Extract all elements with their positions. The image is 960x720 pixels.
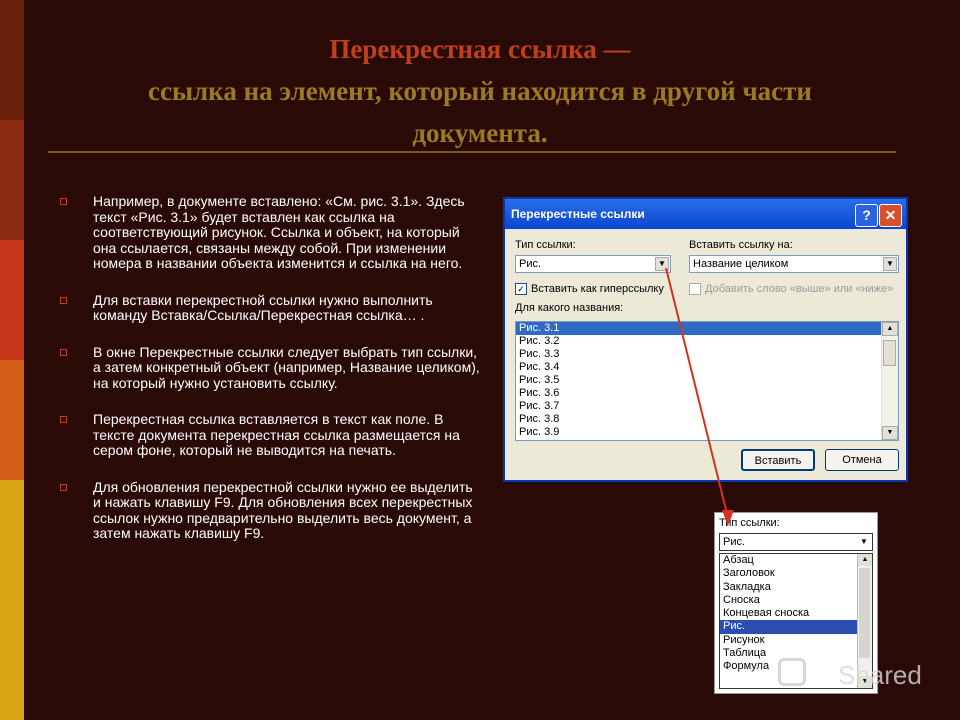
slideshare-logo-icon [778,658,806,686]
arrow-line [665,267,729,519]
pointer-arrow [665,267,734,526]
arrow-head-icon [722,510,734,526]
watermark-text: Shared [838,660,922,690]
